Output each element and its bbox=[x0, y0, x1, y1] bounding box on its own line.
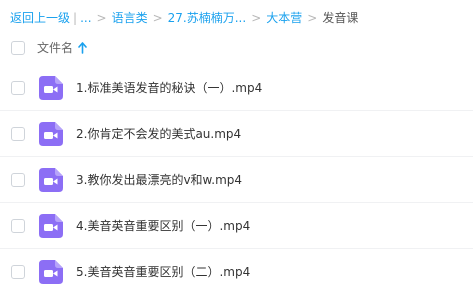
select-all-checkbox[interactable] bbox=[11, 41, 25, 55]
video-file-icon bbox=[39, 122, 63, 146]
video-file-icon bbox=[39, 260, 63, 284]
file-row[interactable]: 5.美音英音重要区别（二）.mp4 bbox=[0, 250, 473, 292]
list-header: 文件名 bbox=[0, 36, 473, 60]
file-checkbox[interactable] bbox=[11, 219, 25, 233]
breadcrumb-item-language[interactable]: 语言类 bbox=[112, 9, 148, 27]
video-file-icon bbox=[39, 168, 63, 192]
file-name[interactable]: 5.美音英音重要区别（二）.mp4 bbox=[76, 263, 250, 281]
file-checkbox[interactable] bbox=[11, 265, 25, 279]
breadcrumb-item-camp[interactable]: 大本营 bbox=[266, 9, 302, 27]
filename-column-header[interactable]: 文件名 bbox=[37, 39, 87, 56]
file-name[interactable]: 4.美音英音重要区别（一）.mp4 bbox=[76, 217, 250, 235]
chevron-right-icon: > bbox=[96, 11, 107, 25]
video-file-icon bbox=[39, 76, 63, 100]
file-row[interactable]: 2.你肯定不会发的美式au.mp4 bbox=[0, 112, 473, 157]
file-name[interactable]: 3.教你发出最漂亮的v和w.mp4 bbox=[76, 171, 242, 189]
file-checkbox[interactable] bbox=[11, 127, 25, 141]
file-checkbox[interactable] bbox=[11, 173, 25, 187]
breadcrumb: 返回上一级 | ... > 语言类 > 27.苏楠楠万... > 大本营 > 发… bbox=[10, 9, 469, 27]
file-row[interactable]: 4.美音英音重要区别（一）.mp4 bbox=[0, 204, 473, 249]
file-name[interactable]: 1.标准美语发音的秘诀（一）.mp4 bbox=[76, 79, 262, 97]
breadcrumb-item-course[interactable]: 27.苏楠楠万... bbox=[168, 9, 247, 27]
chevron-right-icon: > bbox=[251, 11, 262, 25]
file-row[interactable]: 1.标准美语发音的秘诀（一）.mp4 bbox=[0, 66, 473, 111]
filename-column-label: 文件名 bbox=[37, 41, 74, 55]
chevron-right-icon: > bbox=[152, 11, 163, 25]
file-browser: 返回上一级 | ... > 语言类 > 27.苏楠楠万... > 大本营 > 发… bbox=[0, 0, 473, 292]
back-link[interactable]: 返回上一级 bbox=[10, 9, 70, 27]
sort-up-arrow-icon bbox=[78, 41, 87, 54]
breadcrumb-divider: | bbox=[73, 11, 78, 25]
video-file-icon bbox=[39, 214, 63, 238]
file-name[interactable]: 2.你肯定不会发的美式au.mp4 bbox=[76, 125, 241, 143]
file-row[interactable]: 3.教你发出最漂亮的v和w.mp4 bbox=[0, 158, 473, 203]
file-checkbox[interactable] bbox=[11, 81, 25, 95]
breadcrumb-current: 发音课 bbox=[322, 11, 359, 25]
chevron-right-icon: > bbox=[307, 11, 318, 25]
breadcrumb-ellipsis[interactable]: ... bbox=[80, 9, 91, 27]
